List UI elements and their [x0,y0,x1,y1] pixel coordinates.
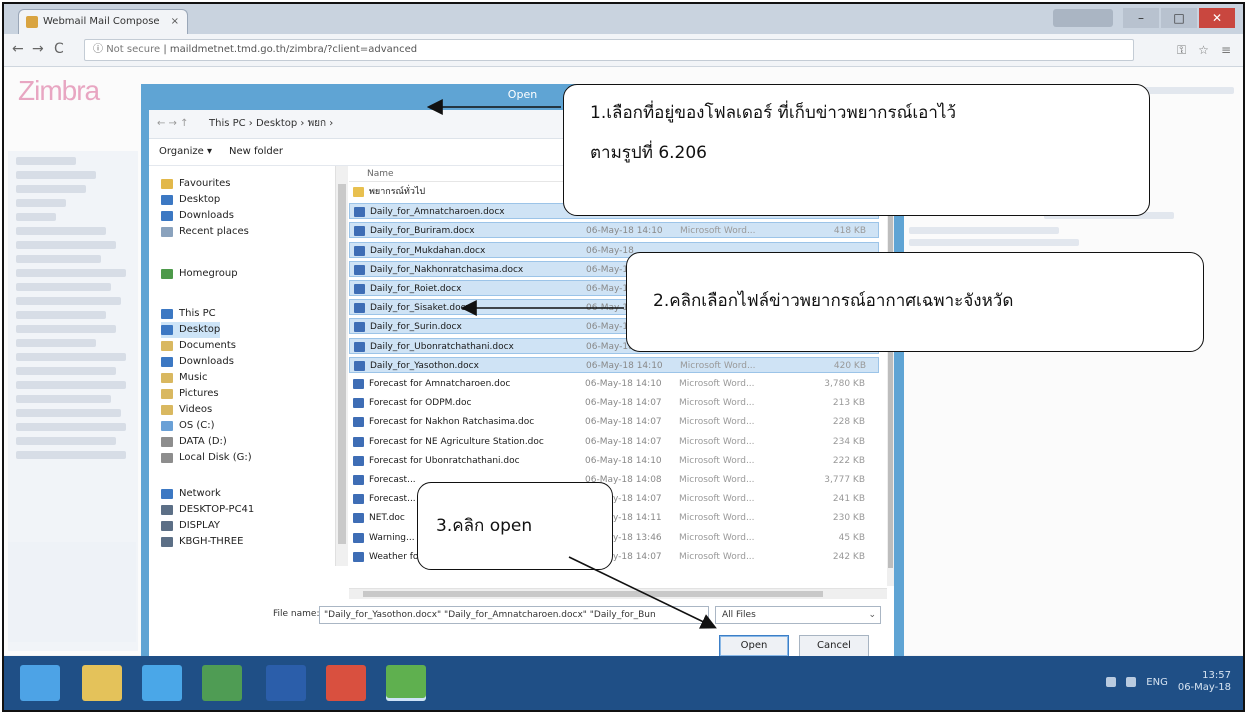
screenshot-frame: Webmail Mail Compose × – □ ✕ ← → C ⓘ Not… [2,2,1245,712]
windows-taskbar: ENG 13:57 06-May-18 [4,656,1243,710]
chrome-icon[interactable] [326,665,366,701]
network-icon[interactable] [1106,677,1117,687]
file-explorer-icon[interactable] [82,665,122,701]
internet-explorer-icon[interactable] [142,665,182,701]
clock[interactable]: 13:57 06-May-18 [1178,670,1231,694]
photos-icon[interactable] [202,665,242,701]
word-icon[interactable] [266,665,306,701]
language-indicator[interactable]: ENG [1146,677,1168,688]
chrome-active-icon[interactable] [386,665,426,701]
annotation-arrows [426,99,717,629]
system-tray: ENG 13:57 06-May-18 [1106,670,1231,694]
clock-date: 06-May-18 [1177,682,1231,693]
volume-icon[interactable] [1126,677,1137,687]
windows-start-icon[interactable] [20,665,60,701]
clock-time: 13:57 [1202,670,1231,681]
arrow-step-3 [568,556,717,629]
